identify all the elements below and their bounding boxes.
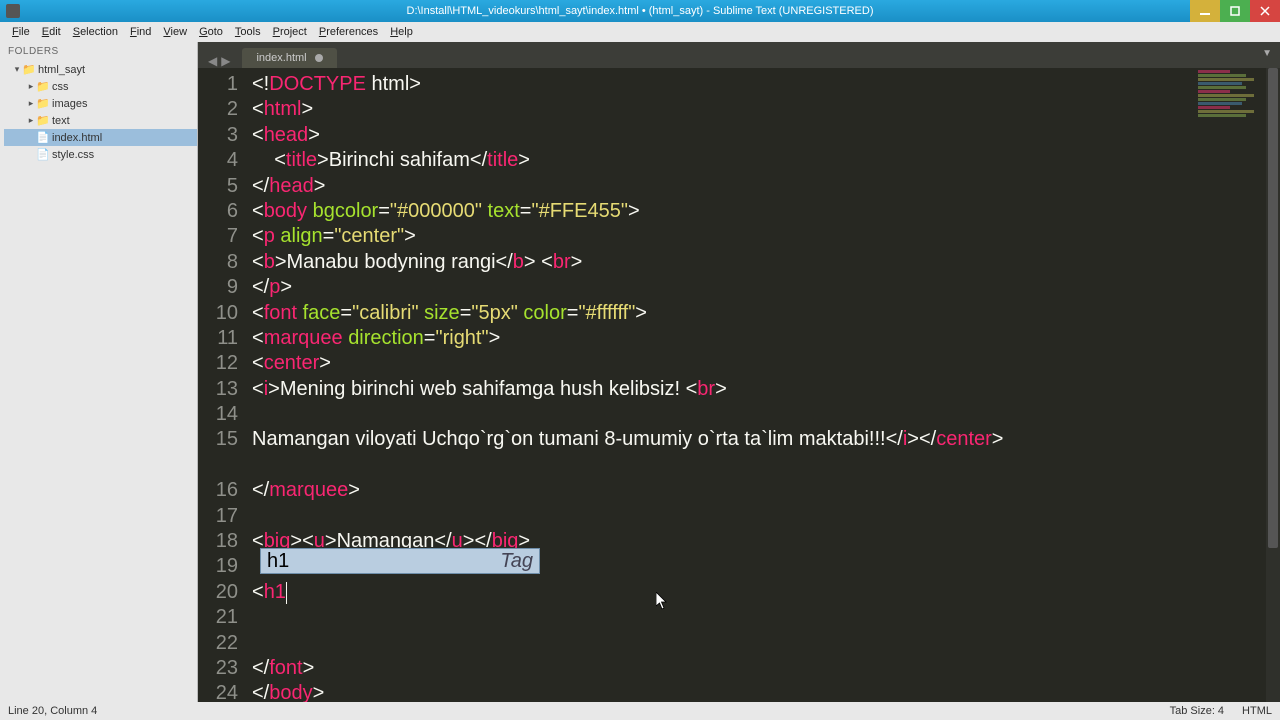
- syntax-mode[interactable]: HTML: [1242, 705, 1272, 717]
- folder-tree[interactable]: ▾ 📁 html_sayt ▸📁css▸📁images▸📁text📄index.…: [0, 61, 197, 163]
- tree-label: images: [52, 98, 87, 110]
- sidebar-header: FOLDERS: [0, 42, 197, 61]
- menu-help[interactable]: Help: [384, 26, 419, 38]
- nav-back-icon[interactable]: ◀: [208, 54, 217, 68]
- vertical-scrollbar[interactable]: [1266, 68, 1280, 702]
- autocomplete-item[interactable]: h1: [261, 549, 494, 573]
- menu-find[interactable]: Find: [124, 26, 157, 38]
- tree-item-index-html[interactable]: 📄index.html: [4, 129, 197, 146]
- menu-tools[interactable]: Tools: [229, 26, 267, 38]
- tree-label: style.css: [52, 149, 94, 161]
- menu-goto[interactable]: Goto: [193, 26, 229, 38]
- folder-icon: 📁: [22, 63, 36, 76]
- tree-label: text: [52, 115, 70, 127]
- dirty-indicator-icon: [315, 54, 323, 62]
- file-icon: 📄: [36, 131, 50, 144]
- app-icon: [6, 4, 20, 18]
- menu-bar: FileEditSelectionFindViewGotoToolsProjec…: [0, 22, 1280, 42]
- tree-label: html_sayt: [38, 64, 85, 76]
- folder-icon: 📁: [36, 97, 50, 110]
- window-title: D:\Install\HTML_videokurs\html_sayt\inde…: [407, 5, 874, 17]
- chevron-right-icon[interactable]: ▸: [26, 81, 36, 92]
- tab-label: index.html: [256, 52, 306, 64]
- text-caret: [286, 582, 287, 604]
- window-titlebar: D:\Install\HTML_videokurs\html_sayt\inde…: [0, 0, 1280, 22]
- menu-project[interactable]: Project: [267, 26, 313, 38]
- status-bar: Line 20, Column 4 Tab Size: 4 HTML: [0, 702, 1280, 720]
- tree-item-css[interactable]: ▸📁css: [4, 78, 197, 95]
- minimize-button[interactable]: [1190, 0, 1220, 22]
- file-icon: 📄: [36, 148, 50, 161]
- close-button[interactable]: [1250, 0, 1280, 22]
- chevron-right-icon[interactable]: ▸: [26, 98, 36, 109]
- nav-forward-icon[interactable]: ▶: [221, 54, 230, 68]
- tree-item-style-css[interactable]: 📄style.css: [4, 146, 197, 163]
- tab-index-html[interactable]: index.html: [242, 48, 336, 68]
- tree-item-text[interactable]: ▸📁text: [4, 112, 197, 129]
- tab-size[interactable]: Tab Size: 4: [1170, 705, 1224, 717]
- folder-icon: 📁: [36, 114, 50, 127]
- autocomplete-popup[interactable]: h1Tag: [260, 548, 540, 574]
- menu-preferences[interactable]: Preferences: [313, 26, 384, 38]
- sidebar: FOLDERS ▾ 📁 html_sayt ▸📁css▸📁images▸📁tex…: [0, 42, 198, 702]
- code-area[interactable]: 123456789101112131415161718192021222324 …: [198, 68, 1280, 702]
- maximize-button[interactable]: [1220, 0, 1250, 22]
- folder-icon: 📁: [36, 80, 50, 93]
- scrollbar-thumb[interactable]: [1268, 68, 1278, 548]
- tree-label: css: [52, 81, 69, 93]
- cursor-position[interactable]: Line 20, Column 4: [8, 705, 97, 717]
- line-gutter: 123456789101112131415161718192021222324: [198, 68, 250, 702]
- tab-dropdown-icon[interactable]: ▼: [1262, 48, 1272, 59]
- chevron-down-icon[interactable]: ▾: [12, 64, 22, 75]
- menu-selection[interactable]: Selection: [67, 26, 124, 38]
- tree-item-images[interactable]: ▸📁images: [4, 95, 197, 112]
- tree-label: index.html: [52, 132, 102, 144]
- autocomplete-kind: Tag: [494, 549, 539, 573]
- menu-file[interactable]: File: [6, 26, 36, 38]
- tab-bar: ◀ ▶ index.html ▼: [198, 42, 1280, 68]
- source-text[interactable]: <!DOCTYPE html><html><head> <title>Birin…: [250, 68, 1280, 702]
- menu-view[interactable]: View: [157, 26, 193, 38]
- chevron-right-icon[interactable]: ▸: [26, 115, 36, 126]
- editor: ◀ ▶ index.html ▼ 12345678910111213141516…: [198, 42, 1280, 702]
- tree-root[interactable]: ▾ 📁 html_sayt: [4, 61, 197, 78]
- menu-edit[interactable]: Edit: [36, 26, 67, 38]
